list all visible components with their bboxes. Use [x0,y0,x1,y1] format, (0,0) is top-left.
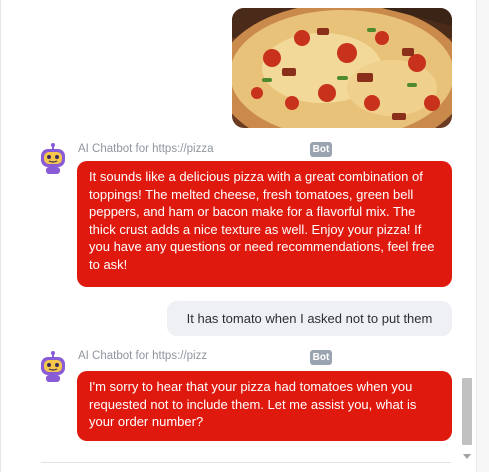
robot-avatar-icon [37,351,69,383]
pizza-photo[interactable] [232,8,452,128]
chat-window: AI Chatbot for https://pizza Bot It soun… [0,0,458,472]
user-message-bubble: It has tomato when I asked not to put th… [167,301,452,336]
bot-badge: Bot [310,350,332,365]
bot-sender-name: AI Chatbot for https://pizz [78,350,208,362]
bot-message-bubble: It sounds like a delicious pizza with a … [77,161,452,287]
robot-avatar-icon [37,143,69,175]
composer-divider [41,462,451,463]
bot-badge: Bot [310,142,332,157]
bot-sender-name: AI Chatbot for https://pizza [78,143,214,155]
scrollbar-thumb[interactable] [462,378,472,445]
page-edge [476,0,489,472]
bot-message-bubble: I'm sorry to hear that your pizza had to… [77,371,452,441]
triangle-down-icon[interactable] [462,448,472,459]
